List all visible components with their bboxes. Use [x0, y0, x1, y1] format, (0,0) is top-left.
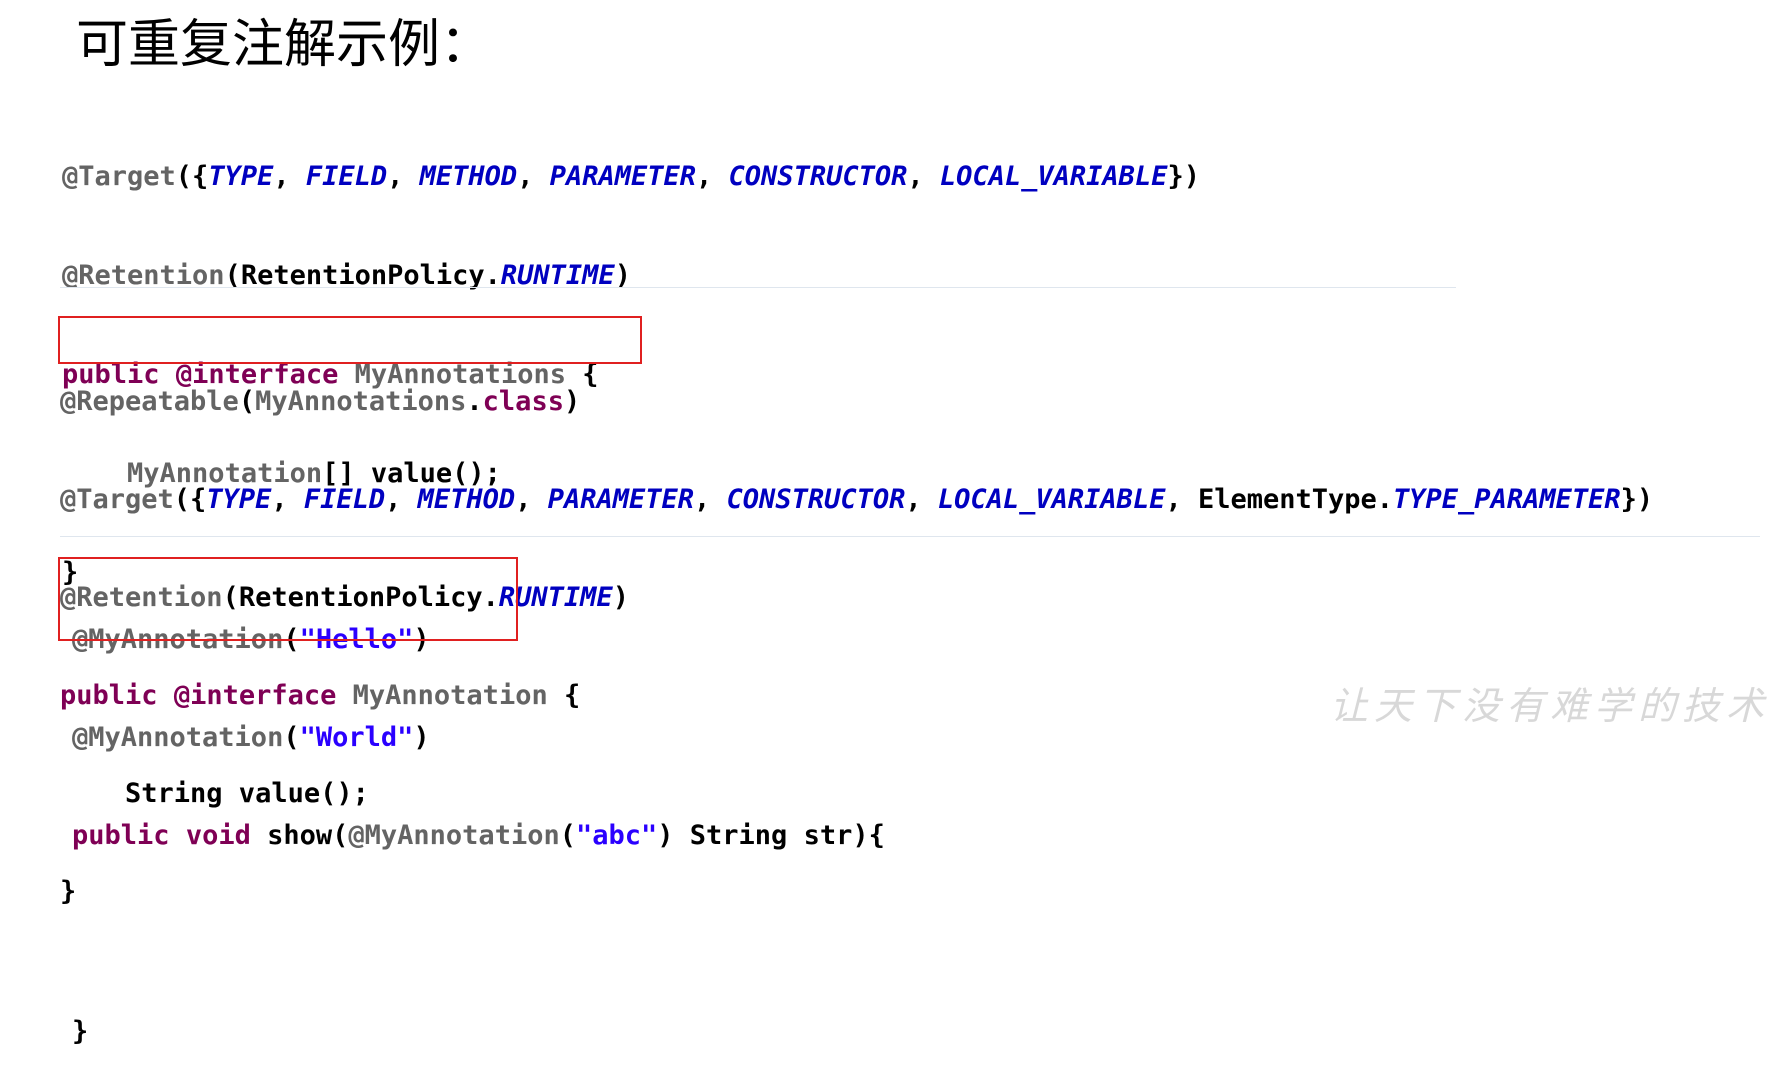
keyword-token: class [482, 386, 564, 417]
code-token: , [694, 484, 727, 515]
annotation-token: @MyAnnotation [72, 722, 284, 753]
constant-token: METHOD [417, 484, 516, 515]
code-token: show( [250, 820, 349, 851]
divider [60, 536, 1760, 537]
code-line: @Target({TYPE, FIELD, METHOD, PARAMETER,… [60, 482, 1653, 518]
code-line: @Repeatable(MyAnnotations.class) [60, 384, 1653, 420]
code-token: ( [238, 386, 256, 417]
code-token: , [517, 161, 550, 192]
code-token: }) [1620, 484, 1654, 515]
code-line: @Target({TYPE, FIELD, METHOD, PARAMETER,… [62, 158, 1200, 195]
constant-token: TYPE [208, 161, 274, 192]
slide-title: 可重复注解示例： [76, 15, 493, 75]
code-token: , [385, 484, 418, 515]
code-token: , [515, 484, 548, 515]
annotation-token: @Target [60, 484, 174, 515]
highlight-box-repeatable [58, 316, 642, 364]
constant-token: FIELD [303, 484, 386, 515]
constant-token: PARAMETER [549, 161, 697, 192]
constant-token: PARAMETER [547, 484, 695, 515]
code-token: ) String str){ [657, 820, 885, 851]
keyword-token: void [185, 820, 251, 851]
string-token: "World" [299, 722, 414, 753]
code-token: ) [413, 722, 430, 753]
string-token: "abc" [575, 820, 658, 851]
code-line: @Retention(RetentionPolicy.RUNTIME) [62, 257, 1200, 294]
code-token: , [271, 484, 304, 515]
constant-token: CONSTRUCTOR [728, 161, 908, 192]
type-name-token: MyAnnotations [255, 386, 467, 417]
code-token: ({ [173, 484, 207, 515]
code-line: } [72, 1016, 89, 1047]
code-line: public void show(@MyAnnotation("abc") St… [72, 818, 885, 854]
annotation-token: @Repeatable [60, 386, 239, 417]
code-token: ( [559, 820, 576, 851]
constant-token: CONSTRUCTOR [726, 484, 906, 515]
highlight-box-repeated-annotations [58, 557, 518, 641]
code-token: , [907, 161, 940, 192]
watermark: 让天下没有难学的技术 [1329, 684, 1770, 728]
code-token: }) [1167, 161, 1200, 192]
code-token: ({ [175, 161, 209, 192]
code-token: ( [283, 722, 300, 753]
divider [60, 287, 1456, 288]
keyword-token: public [72, 820, 170, 851]
code-token: . [466, 386, 483, 417]
annotation-token: @Target [62, 161, 176, 192]
code-token: , ElementType. [1165, 484, 1394, 515]
constant-token: METHOD [419, 161, 518, 192]
code-token: , [387, 161, 420, 192]
constant-token: TYPE_PARAMETER [1393, 484, 1621, 515]
code-token: ) [563, 386, 581, 417]
constant-token: TYPE [206, 484, 272, 515]
code-line: @MyAnnotation("World") [72, 720, 885, 756]
constant-token: LOCAL_VARIABLE [937, 484, 1166, 515]
code-token: , [905, 484, 938, 515]
annotation-token: @MyAnnotation [348, 820, 560, 851]
code-token: , [696, 161, 729, 192]
constant-token: FIELD [305, 161, 388, 192]
constant-token: LOCAL_VARIABLE [939, 161, 1168, 192]
code-token: , [273, 161, 306, 192]
